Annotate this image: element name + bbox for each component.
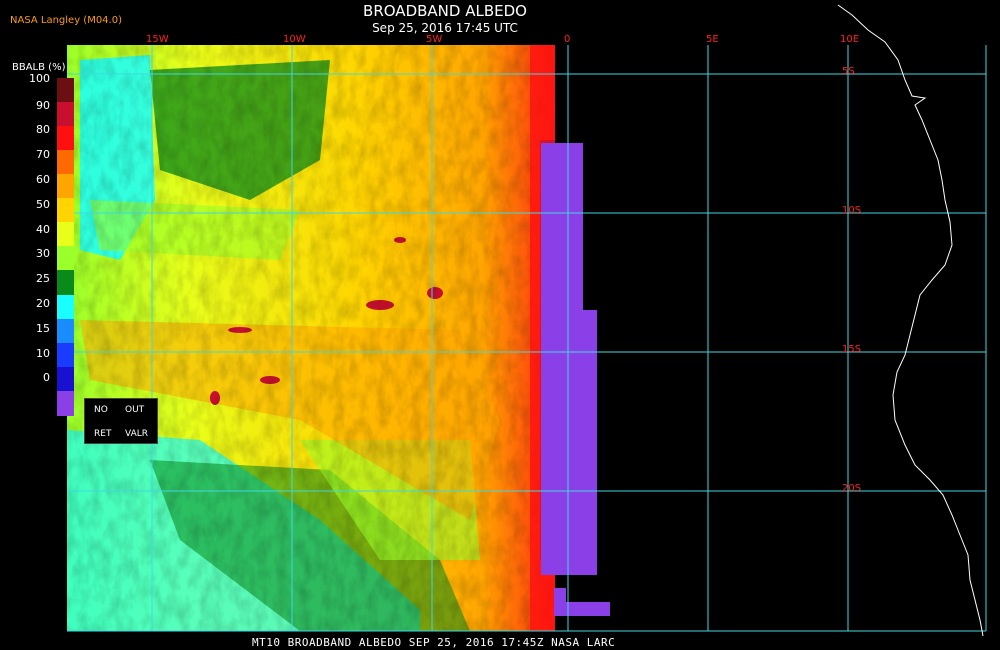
lat-label: 20S	[842, 483, 862, 494]
no-data-label: NO	[94, 405, 108, 415]
legend-tick-label: 30	[36, 247, 50, 261]
lat-label: 5S	[842, 66, 855, 77]
cloud-texture	[67, 45, 555, 631]
legend-tick-label: 25	[36, 272, 50, 286]
no-data-label: RET	[94, 429, 112, 439]
legend-tick-label: 10	[36, 346, 50, 360]
footer-caption: MT10 BROADBAND ALBEDO SEP 25, 2016 17:45…	[252, 636, 616, 649]
legend-tick-label: 60	[36, 173, 50, 186]
coastline	[837, 4, 984, 637]
lon-label: 5E	[706, 34, 719, 45]
legend-swatch	[57, 342, 74, 368]
lon-label: 15W	[146, 34, 169, 45]
legend-tick-label: 50	[36, 197, 50, 211]
legend-swatch	[57, 246, 74, 272]
legend-swatch	[57, 78, 74, 103]
legend-tick-label: 100	[29, 72, 50, 86]
legend-swatch	[57, 366, 74, 392]
legend-swatch	[57, 294, 74, 320]
map-title: BROADBAND ALBEDO	[363, 2, 527, 20]
lat-label: 15S	[842, 344, 862, 355]
lon-label: 0	[564, 34, 571, 45]
legend-swatch	[57, 222, 74, 248]
map-timestamp: Sep 25, 2016 17:45 UTC	[372, 21, 518, 35]
legend-tick-label: 40	[36, 222, 50, 236]
lat-label: 10S	[842, 205, 862, 216]
legend-tick-label: 15	[36, 321, 50, 335]
legend-tick-label: 70	[36, 148, 50, 162]
legend-tick-label: 20	[36, 297, 50, 310]
credit-label: NASA Langley (M04.0)	[10, 15, 122, 26]
legend-swatch	[57, 318, 74, 344]
no-data-key: NO OUT RET VALR	[84, 398, 158, 444]
legend-tick-label: 0	[43, 371, 50, 385]
legend-swatch	[57, 390, 74, 416]
legend-swatch	[57, 270, 74, 296]
albedo-map	[67, 4, 987, 637]
satellite-map-view: BROADBAND ALBEDO Sep 25, 2016 17:45 UTC …	[0, 0, 1000, 650]
lon-label: 5W	[426, 34, 443, 45]
no-data-label: VALR	[125, 429, 149, 439]
legend-swatch	[57, 102, 74, 128]
no-retrieval-region	[541, 143, 610, 616]
lon-label: 10E	[840, 34, 860, 45]
legend-swatch	[57, 126, 74, 152]
legend-swatch	[57, 174, 74, 200]
legend-tick-label: 80	[36, 123, 50, 137]
legend-swatch	[57, 150, 74, 176]
no-data-label: OUT	[125, 405, 145, 415]
lon-label: 10W	[283, 34, 306, 45]
legend-swatch	[57, 198, 74, 224]
legend-tick-label: 90	[36, 98, 50, 112]
